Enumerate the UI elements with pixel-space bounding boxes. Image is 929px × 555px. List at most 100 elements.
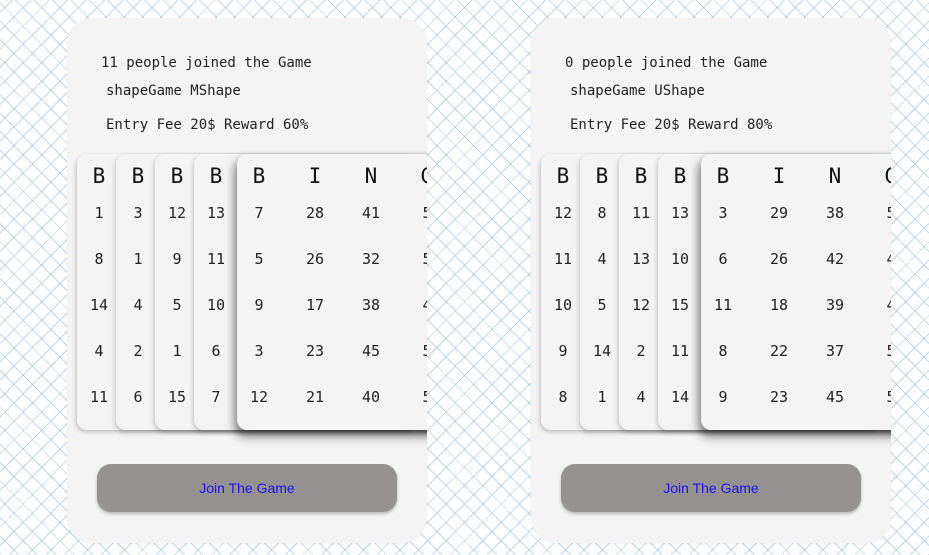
- bingo-number: 5: [871, 388, 891, 406]
- bingo-number: 11: [553, 250, 573, 268]
- column-letter: N: [828, 164, 842, 188]
- bingo-number: 1: [133, 250, 143, 268]
- join-game-button[interactable]: Join The Game: [97, 464, 397, 512]
- bingo-number: 45: [361, 342, 381, 360]
- bingo-number: 5: [871, 342, 891, 360]
- bingo-number: 1: [172, 342, 182, 360]
- bingo-number: 13: [631, 250, 651, 268]
- bingo-number: 14: [670, 388, 690, 406]
- bingo-number: 11: [670, 342, 690, 360]
- bingo-number: 13: [670, 204, 690, 222]
- bingo-number: 10: [670, 250, 690, 268]
- bingo-number: 22: [769, 342, 789, 360]
- bingo-number: 4: [597, 250, 607, 268]
- bingo-number: 6: [133, 388, 143, 406]
- join-game-button[interactable]: Join The Game: [561, 464, 861, 512]
- bingo-number: 9: [558, 342, 568, 360]
- bingo-number: 7: [211, 388, 221, 406]
- bingo-number: 6: [211, 342, 221, 360]
- bingo-number: 3: [254, 342, 264, 360]
- bingo-number: 11: [713, 296, 733, 314]
- bingo-number: 3: [133, 204, 143, 222]
- bingo-number: 42: [825, 250, 845, 268]
- column-letter: G: [407, 164, 427, 188]
- shape-text: shapeGame MShape: [106, 83, 241, 99]
- bingo-number: 4: [636, 388, 646, 406]
- shape-text: shapeGame UShape: [570, 83, 705, 99]
- bingo-number: 28: [305, 204, 325, 222]
- column-letter: B: [673, 164, 687, 188]
- bingo-number: 5: [407, 342, 427, 360]
- bingo-number: 3: [718, 204, 728, 222]
- bingo-number: 6: [718, 250, 728, 268]
- bingo-number: 12: [167, 204, 187, 222]
- bingo-number: 38: [361, 296, 381, 314]
- bingo-number: 26: [769, 250, 789, 268]
- bingo-number: 29: [769, 204, 789, 222]
- column-letter: I: [772, 164, 786, 188]
- game-card-2: 0 people joined the Game shapeGame UShap…: [531, 18, 891, 543]
- bingo-number: 8: [558, 388, 568, 406]
- bingo-card-front[interactable]: B361189I2926182223N3842393745G54455: [701, 154, 891, 430]
- bingo-number: 23: [305, 342, 325, 360]
- bingo-number: 38: [825, 204, 845, 222]
- column-letter: B: [209, 164, 223, 188]
- column-letter: B: [716, 164, 730, 188]
- bingo-number: 15: [670, 296, 690, 314]
- bingo-cards: B 12 11 10 9 8 B 8 4 5 14 1 B 11 13 12 2 4 B 13 10 15 11 14 B 3 6 1…: [541, 154, 891, 432]
- bingo-number: 10: [206, 296, 226, 314]
- bingo-number: 5: [407, 204, 427, 222]
- column-letter: B: [131, 164, 145, 188]
- bingo-number: 4: [133, 296, 143, 314]
- entry-fee-text: Entry Fee 20$ Reward 80%: [570, 117, 773, 133]
- bingo-number: 11: [89, 388, 109, 406]
- bingo-number: 21: [305, 388, 325, 406]
- column-letter: B: [92, 164, 106, 188]
- bingo-number: 12: [553, 204, 573, 222]
- bingo-number: 7: [254, 204, 264, 222]
- bingo-number: 12: [249, 388, 269, 406]
- bingo-number: 8: [94, 250, 104, 268]
- bingo-number: 1: [597, 388, 607, 406]
- bingo-number: 8: [597, 204, 607, 222]
- bingo-number: 14: [592, 342, 612, 360]
- bingo-number: 5: [172, 296, 182, 314]
- bingo-number: 23: [769, 388, 789, 406]
- bingo-cards: B 1 8 14 4 11 B 3 1 4 2 6 B 12 9 5 1 15 B 13 11 10 6 7 B 7 5 9 3 12 I 2…: [77, 154, 427, 432]
- players-joined-text: 11 people joined the Game: [101, 55, 312, 71]
- bingo-number: 26: [305, 250, 325, 268]
- bingo-number: 18: [769, 296, 789, 314]
- bingo-number: 8: [718, 342, 728, 360]
- bingo-number: 40: [361, 388, 381, 406]
- bingo-number: 11: [206, 250, 226, 268]
- bingo-number: 5: [871, 204, 891, 222]
- bingo-number: 45: [825, 388, 845, 406]
- bingo-number: 9: [254, 296, 264, 314]
- bingo-number: 5: [254, 250, 264, 268]
- column-letter: B: [556, 164, 570, 188]
- bingo-number: 1: [94, 204, 104, 222]
- bingo-number: 41: [361, 204, 381, 222]
- bingo-number: 5: [597, 296, 607, 314]
- bingo-number: 5: [407, 388, 427, 406]
- bingo-number: 2: [636, 342, 646, 360]
- column-letter: N: [364, 164, 378, 188]
- bingo-number: 15: [167, 388, 187, 406]
- column-letter: G: [871, 164, 891, 188]
- bingo-number: 9: [172, 250, 182, 268]
- bingo-number: 4: [871, 250, 891, 268]
- bingo-number: 4: [94, 342, 104, 360]
- bingo-number: 17: [305, 296, 325, 314]
- bingo-number: 4: [871, 296, 891, 314]
- column-letter: I: [308, 164, 322, 188]
- bingo-card-front[interactable]: B759312I2826172321N4132384540G55455: [237, 154, 427, 430]
- bingo-number: 5: [407, 250, 427, 268]
- column-letter: B: [170, 164, 184, 188]
- entry-fee-text: Entry Fee 20$ Reward 60%: [106, 117, 309, 133]
- bingo-number: 2: [133, 342, 143, 360]
- bingo-number: 10: [553, 296, 573, 314]
- column-letter: B: [252, 164, 266, 188]
- bingo-number: 39: [825, 296, 845, 314]
- bingo-number: 32: [361, 250, 381, 268]
- game-card-1: 11 people joined the Game shapeGame MSha…: [67, 18, 427, 543]
